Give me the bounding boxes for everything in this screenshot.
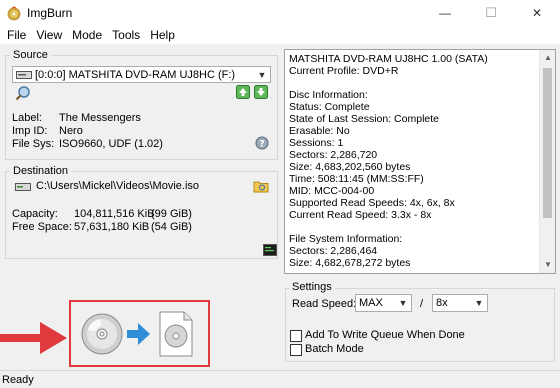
- menu-help[interactable]: Help: [146, 26, 181, 44]
- read-disc-to-image-icon: [81, 311, 193, 357]
- info-line: File System Information:: [289, 233, 403, 245]
- info-line: MID: MCC-004-00: [289, 185, 375, 197]
- info-line: Sectors: 2,286,720: [289, 149, 378, 161]
- menu-tools[interactable]: Tools: [108, 26, 146, 44]
- info-line: State of Last Session: Complete: [289, 113, 439, 125]
- batch-mode-checkbox[interactable]: [290, 344, 302, 356]
- info-line: Status: Complete: [289, 101, 370, 113]
- minimize-icon: —: [439, 6, 451, 20]
- search-icon[interactable]: [15, 85, 31, 101]
- close-icon: ✕: [531, 6, 543, 20]
- capacity-key: Capacity:: [12, 208, 58, 220]
- info-line: Size: 4,683,202,560 bytes: [289, 161, 411, 173]
- info-line: Current Read Speed: 3.3x - 8x: [289, 209, 432, 221]
- info-line: Sessions: 1: [289, 137, 344, 149]
- multiplier-value: 8x: [436, 297, 448, 309]
- log-window-icon[interactable]: [263, 244, 277, 256]
- browse-folder-icon[interactable]: [253, 178, 269, 194]
- info-line: Current Profile: DVD+R: [289, 65, 399, 77]
- drive-icon: [16, 70, 32, 79]
- minimize-button[interactable]: —: [422, 0, 468, 26]
- info-icon[interactable]: ?: [255, 136, 269, 150]
- info-line: Size: 4,682,678,272 bytes: [289, 257, 411, 269]
- red-arrow-icon: [0, 322, 67, 354]
- window-title: ImgBurn: [27, 6, 73, 20]
- source-file-sys-key: File Sys:: [12, 138, 55, 150]
- info-line: Time: 508:11:45 (MM:SS:FF): [289, 173, 424, 185]
- read-button[interactable]: [80, 308, 198, 360]
- read-speed-select[interactable]: MAX ▼: [355, 294, 412, 312]
- batch-mode-label: Batch Mode: [305, 343, 364, 355]
- scroll-thumb[interactable]: [543, 68, 552, 218]
- status-text: Ready: [2, 374, 34, 386]
- info-line: Disc Information:: [289, 89, 368, 101]
- menu-view[interactable]: View: [32, 26, 68, 44]
- close-button[interactable]: ✕: [514, 0, 560, 26]
- settings-group-label: Settings: [289, 281, 335, 293]
- read-speed-label: Read Speed:: [292, 298, 357, 310]
- destination-group-label: Destination: [10, 165, 72, 177]
- disc-info-panel[interactable]: MATSHITA DVD-RAM UJ8HC 1.00 (SATA) Curre…: [284, 49, 556, 274]
- svg-text:?: ?: [259, 140, 264, 150]
- capacity-gib: (99 GiB): [151, 208, 192, 220]
- info-line: [289, 221, 539, 233]
- write-queue-label: Add To Write Queue When Done: [305, 329, 465, 341]
- scroll-down-icon[interactable]: ▼: [540, 257, 555, 273]
- source-drive-value: [0:0:0] MATSHITA DVD-RAM UJ8HC (F:): [35, 68, 236, 81]
- free-space-gib: (54 GiB): [151, 221, 192, 233]
- destination-path[interactable]: C:\Users\Mickel\Videos\Movie.iso: [36, 180, 199, 192]
- disc-info-text: MATSHITA DVD-RAM UJ8HC 1.00 (SATA) Curre…: [289, 53, 539, 269]
- menu-file[interactable]: File: [3, 26, 32, 44]
- free-space-key: Free Space:: [12, 221, 72, 233]
- info-scrollbar[interactable]: ▲ ▼: [539, 50, 555, 273]
- maximize-button[interactable]: ☐: [468, 0, 514, 26]
- speed-separator: /: [420, 298, 424, 310]
- free-space-kib: 57,631,180 KiB: [74, 221, 150, 233]
- imgburn-app-icon: [7, 6, 21, 21]
- eject-up-icon[interactable]: [236, 85, 250, 99]
- source-label-key: Label:: [12, 112, 42, 124]
- info-line: MATSHITA DVD-RAM UJ8HC 1.00 (SATA): [289, 53, 488, 65]
- scroll-up-icon[interactable]: ▲: [540, 50, 555, 66]
- source-file-sys-value: ISO9660, UDF (1.02): [59, 138, 163, 150]
- menu-mode[interactable]: Mode: [68, 26, 108, 44]
- source-imp-id-value: Nero: [59, 125, 83, 137]
- source-imp-id-key: Imp ID:: [12, 125, 48, 137]
- chevron-down-icon: ▼: [474, 298, 484, 308]
- menu-bar: File View Mode Tools Help: [0, 26, 560, 44]
- source-label-value: The Messengers: [59, 112, 141, 124]
- load-down-icon[interactable]: [254, 85, 268, 99]
- multiplier-select[interactable]: 8x ▼: [432, 294, 488, 312]
- source-drive-select[interactable]: [0:0:0] MATSHITA DVD-RAM UJ8HC (F:) ▼: [12, 66, 271, 83]
- read-speed-value: MAX: [359, 297, 383, 309]
- hard-drive-icon: [15, 183, 31, 191]
- info-line: Erasable: No: [289, 125, 350, 137]
- status-bar: Ready: [0, 370, 560, 388]
- source-group-label: Source: [10, 49, 51, 61]
- maximize-icon: ☐: [485, 5, 497, 20]
- chevron-down-icon: ▼: [257, 69, 267, 80]
- info-line: Supported Read Speeds: 4x, 6x, 8x: [289, 197, 455, 209]
- info-line: Sectors: 2,286,464: [289, 245, 378, 257]
- write-queue-checkbox[interactable]: [290, 330, 302, 342]
- title-bar: ImgBurn — ☐ ✕: [0, 0, 560, 26]
- chevron-down-icon: ▼: [398, 298, 408, 308]
- capacity-kib: 104,811,516 KiB: [74, 208, 155, 220]
- info-line: [289, 77, 539, 89]
